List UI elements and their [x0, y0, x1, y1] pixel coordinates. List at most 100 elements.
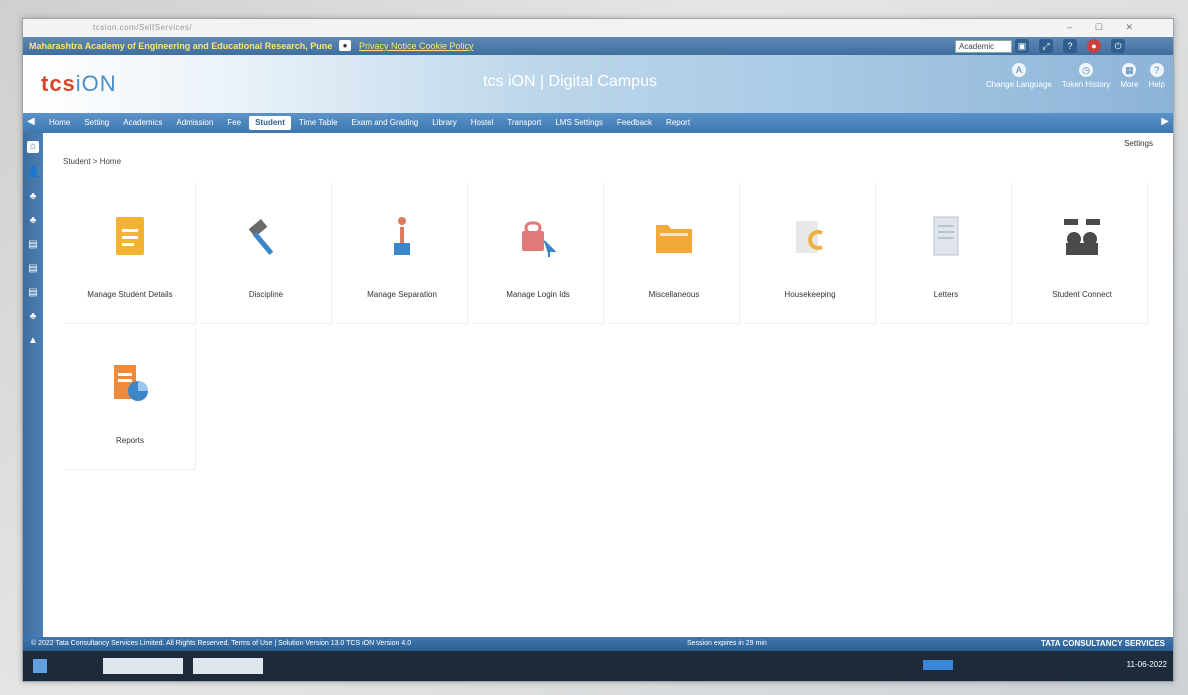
browser-bar: tcsion.com/SelfServices/ – ☐ ✕	[23, 19, 1173, 38]
breadcrumb[interactable]: Student > Home	[63, 157, 121, 166]
user-icon[interactable]: ●	[339, 40, 351, 51]
team-icon[interactable]: ♣	[27, 215, 39, 227]
nav-item-fee[interactable]: Fee	[221, 116, 247, 130]
taskbar-clock: 11-06-2022	[1126, 660, 1167, 669]
header-actions: A Change Language ◷ Token History ▦ More…	[986, 63, 1165, 89]
help-icon[interactable]: ?	[1063, 39, 1077, 53]
settings-link[interactable]: Settings	[1124, 139, 1153, 148]
tile-label: Reports	[115, 436, 144, 445]
institute-bar: Maharashtra Academy of Engineering and E…	[23, 37, 1173, 55]
help-button[interactable]: ? Help	[1149, 63, 1165, 89]
help-icon: ?	[1149, 63, 1164, 77]
housekeeping-icon	[796, 221, 823, 253]
product-title: tcs iON | Digital Campus	[483, 73, 657, 90]
tile-label: Letters	[933, 290, 959, 299]
address-bar[interactable]: tcsion.com/SelfServices/	[93, 23, 192, 32]
power-icon[interactable]: ⏻	[1111, 39, 1125, 53]
top-icons: ▣ ⤢ ? ● ⏻	[1015, 39, 1125, 53]
expand-icon[interactable]: ⤢	[1039, 39, 1053, 53]
nav-item-library[interactable]: Library	[426, 116, 462, 130]
taskbar-app-1[interactable]	[103, 658, 183, 674]
token-history-label: Token History	[1061, 80, 1111, 89]
nav-item-admission[interactable]: Admission	[170, 116, 219, 130]
nav-right-chevron-icon[interactable]: ▶	[1161, 116, 1169, 127]
tile-housekeeping[interactable]: Housekeeping	[745, 183, 876, 324]
nav-item-academics[interactable]: Academics	[117, 116, 168, 130]
logo-ion: iON	[75, 71, 117, 96]
group-icon[interactable]: ♣	[27, 191, 39, 203]
app-header: tcsiON tcs iON | Digital Campus A Change…	[23, 55, 1173, 113]
gavel-icon	[248, 219, 274, 256]
document-icon	[116, 217, 144, 255]
org2-icon[interactable]: ▤	[27, 263, 39, 275]
nav-item-student[interactable]: Student	[249, 116, 291, 130]
more-label: More	[1120, 80, 1139, 89]
os-taskbar: 11-06-2022	[23, 651, 1173, 681]
separation-icon	[394, 217, 410, 255]
tile-label: Discipline	[248, 290, 284, 299]
nav-item-report[interactable]: Report	[660, 116, 696, 130]
staff-icon[interactable]: ♣	[27, 311, 39, 323]
org-icon[interactable]: ▤	[27, 239, 39, 251]
tile-manage-separation[interactable]: Manage Separation	[337, 183, 468, 324]
window-controls[interactable]: – ☐ ✕	[1067, 22, 1143, 33]
org3-icon[interactable]: ▤	[27, 287, 39, 299]
change-language-button[interactable]: A Change Language	[986, 63, 1052, 89]
nav-left-chevron-icon[interactable]: ◀	[27, 116, 35, 127]
tile-manage-login-ids[interactable]: Manage Login Ids	[473, 183, 604, 324]
login-icon	[522, 221, 557, 257]
session-timer: Session expires in 29 min	[687, 640, 767, 647]
tile-manage-student-details[interactable]: Manage Student Details	[65, 183, 196, 324]
nav-item-setting[interactable]: Setting	[78, 116, 115, 130]
nav-item-lms-settings[interactable]: LMS Settings	[549, 116, 609, 130]
language-icon: A	[1011, 63, 1026, 77]
home-icon[interactable]: ⌂	[27, 141, 39, 153]
tcs-brand: TATA CONSULTANCY SERVICES	[1040, 639, 1165, 648]
tile-label: Housekeeping	[784, 290, 836, 299]
more-button[interactable]: ▦ More	[1120, 63, 1139, 89]
tile-label: Manage Student Details	[87, 290, 173, 299]
folder-icon	[656, 225, 692, 253]
connect-icon	[1064, 219, 1100, 255]
logo-tcs: tcs	[41, 71, 76, 96]
help-label: Help	[1148, 80, 1165, 89]
taskbar-app-2[interactable]	[193, 658, 263, 674]
tile-student-connect[interactable]: Student Connect	[1017, 183, 1148, 324]
clock-icon: ◷	[1079, 63, 1094, 77]
grid-icon: ▦	[1122, 63, 1137, 77]
academic-select[interactable]: Academic	[955, 40, 1012, 53]
change-language-label: Change Language	[986, 80, 1052, 89]
nav-item-home[interactable]: Home	[43, 116, 76, 130]
tile-letters[interactable]: Letters	[881, 183, 1012, 324]
tile-miscellaneous[interactable]: Miscellaneous	[609, 183, 740, 324]
user-icon[interactable]: 👤	[27, 167, 39, 179]
report-icon	[114, 365, 148, 401]
system-tray[interactable]	[923, 660, 953, 670]
nav-item-time-table[interactable]: Time Table	[293, 116, 344, 130]
nav-item-exam-grading[interactable]: Exam and Grading	[346, 116, 425, 130]
tile-label: Manage Login Ids	[506, 290, 570, 299]
policy-links[interactable]: Privacy Notice Cookie Policy	[359, 41, 474, 51]
tile-reports[interactable]: Reports	[65, 329, 196, 470]
tile-discipline[interactable]: Discipline	[201, 183, 332, 324]
footer-copyright[interactable]: © 2022 Tata Consultancy Services Limited…	[31, 640, 411, 647]
token-history-button[interactable]: ◷ Token History	[1062, 63, 1110, 89]
windows-start-icon[interactable]	[33, 659, 47, 673]
tile-label: Student Connect	[1052, 290, 1112, 299]
main-nav: ◀ Home Setting Academics Admission Fee S…	[23, 113, 1173, 133]
android-icon[interactable]: ▲	[27, 335, 39, 347]
institute-name: Maharashtra Academy of Engineering and E…	[29, 41, 333, 51]
notification-icon[interactable]: ●	[1087, 39, 1101, 53]
nav-item-feedback[interactable]: Feedback	[611, 116, 658, 130]
tile-label: Manage Separation	[367, 290, 437, 299]
nav-item-hostel[interactable]: Hostel	[465, 116, 500, 130]
footer: © 2022 Tata Consultancy Services Limited…	[23, 637, 1173, 651]
nav-item-transport[interactable]: Transport	[501, 116, 547, 130]
nav-items: Home Setting Academics Admission Fee Stu…	[43, 113, 696, 133]
letter-icon	[933, 216, 959, 256]
tile-label: Miscellaneous	[648, 290, 700, 299]
monitor-screen: tcsion.com/SelfServices/ – ☐ ✕ Maharasht…	[22, 18, 1174, 682]
photo-icon[interactable]: ▣	[1015, 39, 1029, 53]
tcs-ion-logo[interactable]: tcsiON	[41, 71, 117, 97]
sidebar: ⌂ 👤 ♣ ♣ ▤ ▤ ▤ ♣ ▲	[23, 133, 43, 637]
